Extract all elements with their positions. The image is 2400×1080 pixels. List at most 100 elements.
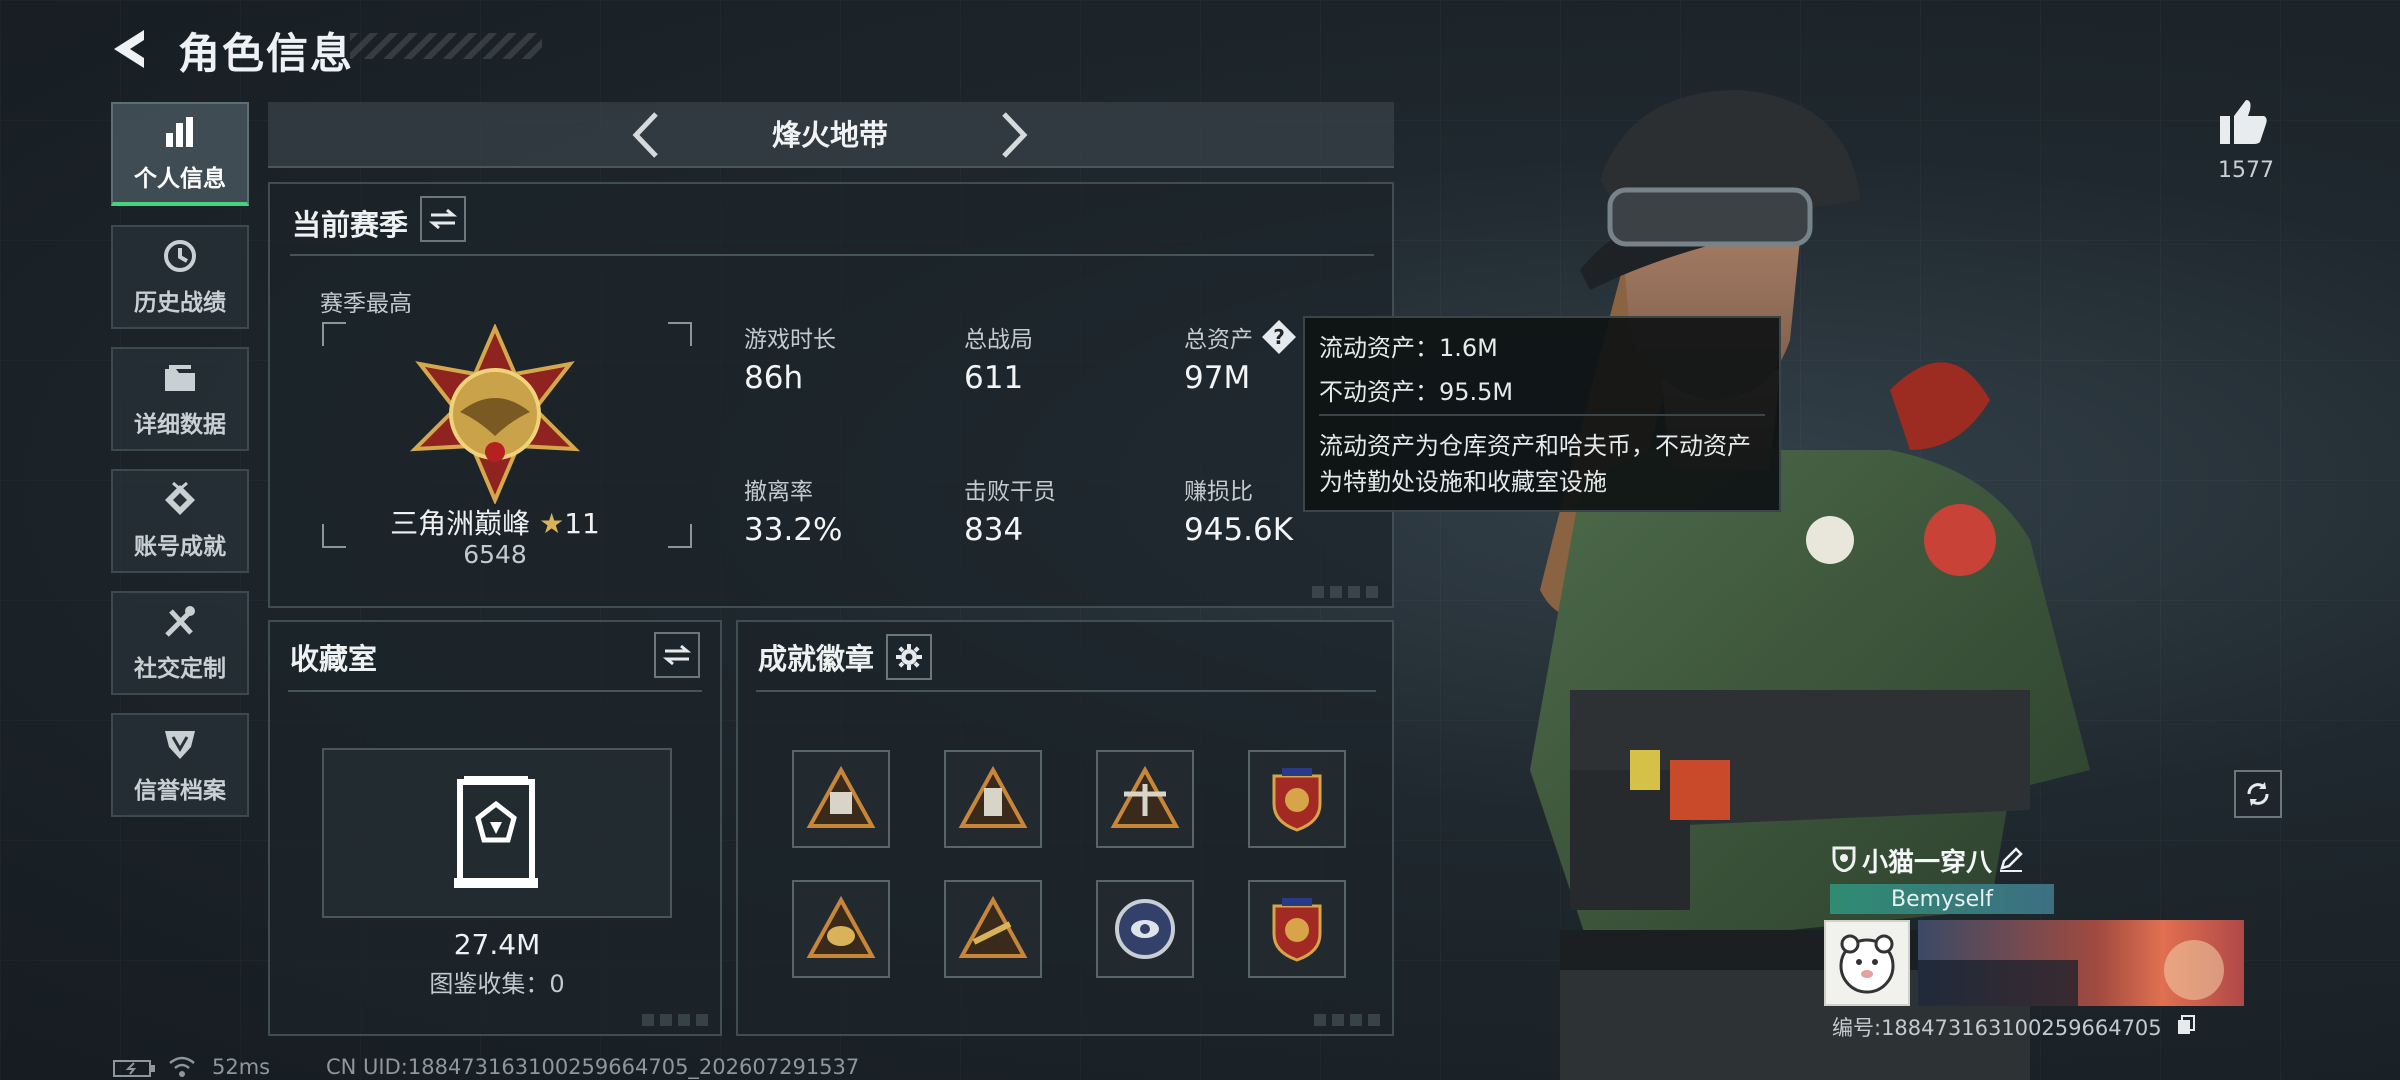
sidebar-item-label: 详细数据 [134, 412, 226, 438]
folder-icon [165, 365, 195, 391]
ping-value: 52ms [212, 1055, 271, 1079]
achievements-panel: 成就徽章 [736, 620, 1394, 1036]
copy-icon[interactable] [2176, 1014, 2196, 1036]
banner-cityscape [1918, 960, 2078, 1006]
tooltip-description-2: 为特勤处设施和收藏室设施 [1319, 468, 1607, 496]
edit-pencil-icon[interactable] [1998, 846, 2024, 872]
sidebar-item-label: 个人信息 [134, 166, 226, 192]
assets-tooltip: 流动资产：1.6M 不动资产：95.5M 流动资产为仓库资产和哈夫币，不动资产 … [1303, 316, 1781, 512]
achievement-medal-icon [165, 481, 195, 515]
achievement-badge[interactable] [792, 880, 890, 978]
sidebar-item-reputation[interactable]: 信誉档案 [111, 713, 249, 817]
tooltip-description-1: 流动资产为仓库资产和哈夫币，不动资产 [1319, 432, 1751, 460]
collection-switch-button[interactable] [654, 632, 700, 678]
season-switch-button[interactable] [420, 196, 466, 242]
sidebar-item-history[interactable]: 历史战绩 [111, 225, 249, 329]
svg-text:?: ? [1273, 325, 1285, 349]
rank-emblem-icon [409, 324, 581, 504]
achievement-badge[interactable] [944, 750, 1042, 848]
server-uid: CN UID:188473163100259664705_20260729153… [326, 1055, 860, 1079]
rank-line: 三角洲巅峰 ★11 [330, 502, 660, 542]
sidebar-item-label: 历史战绩 [134, 290, 226, 316]
gear-icon [896, 644, 922, 670]
stat-value: 945.6K [1184, 512, 1294, 548]
collection-panel: 收藏室 27.4M 图鉴收集：0 [268, 620, 722, 1036]
frame-corner [322, 322, 346, 346]
player-id: 编号:188473163100259664705 [1832, 1016, 2162, 1040]
rank-score: 6548 [463, 540, 527, 569]
collection-catalog: 图鉴收集：0 [429, 970, 565, 998]
stat-value: 834 [964, 512, 1024, 548]
sidebar-item-personal-info[interactable]: 个人信息 [111, 102, 249, 206]
sidebar-item-achievements[interactable]: 账号成就 [111, 469, 249, 573]
frame-corner [668, 524, 692, 548]
shield-emblem-icon [165, 731, 195, 759]
profile-card: 小猫一穿八 Bemyself 编号:188473163100259664705 [1824, 836, 2248, 1040]
panel-decoration [1314, 1014, 1384, 1026]
refresh-icon [2247, 782, 2269, 806]
achievement-badge[interactable] [1096, 750, 1194, 848]
rotate-model-button[interactable] [2234, 770, 2282, 818]
shield-badge-icon [1272, 898, 1322, 962]
tooltip-divider [1319, 414, 1765, 416]
triangle-badge-icon [806, 895, 876, 958]
triangle-badge-icon [958, 895, 1028, 958]
player-name: 小猫一穿八 [1862, 848, 1993, 878]
star-icon: ★ [539, 507, 565, 540]
back-arrow-icon[interactable] [108, 26, 154, 72]
swap-icon [429, 208, 457, 230]
name-card-banner[interactable] [1918, 920, 2244, 1006]
next-mode-arrow-icon[interactable] [998, 110, 1032, 160]
shield-icon [1832, 846, 1856, 872]
season-panel: 当前赛季 赛季最高 三角洲巅峰 ★11 6548 游戏时长 86h 总战局 61… [268, 182, 1394, 608]
like-count: 1577 [2218, 158, 2274, 183]
stat-label: 总资产 [1184, 327, 1253, 353]
stat-value: 33.2% [744, 512, 843, 548]
tools-icon [165, 606, 195, 637]
achievement-badge[interactable] [792, 750, 890, 848]
rank-name: 三角洲巅峰 [390, 507, 531, 540]
sidebar-item-label: 账号成就 [134, 534, 226, 560]
tooltip-liquid-assets: 流动资产：1.6M [1319, 334, 1498, 362]
tooltip-fixed-assets: 不动资产：95.5M [1319, 378, 1514, 406]
achievements-settings-button[interactable] [886, 634, 932, 680]
panel-decoration [1312, 586, 1382, 598]
achievement-badge[interactable] [944, 880, 1042, 978]
collection-vault-icon [454, 776, 538, 888]
player-tag: Bemyself [1830, 884, 2054, 914]
collection-title: 收藏室 [290, 642, 378, 676]
sidebar-item-social[interactable]: 社交定制 [111, 591, 249, 695]
achievement-badge[interactable] [1248, 880, 1346, 978]
swap-icon [663, 644, 691, 666]
mode-name: 烽火地带 [771, 118, 888, 152]
collection-value: 27.4M [453, 928, 541, 961]
stat-label: 击败干员 [964, 479, 1056, 505]
season-best-label: 赛季最高 [320, 291, 412, 317]
collection-preview[interactable] [322, 748, 672, 918]
stat-value: 97M [1184, 360, 1251, 396]
round-badge-icon [1115, 899, 1175, 959]
rank-stars: 11 [564, 507, 600, 540]
season-divider [290, 254, 1374, 256]
stat-label: 撤离率 [744, 479, 813, 505]
help-icon[interactable]: ? [1260, 318, 1298, 356]
achievement-badge[interactable] [1248, 750, 1346, 848]
history-clock-icon [164, 240, 196, 272]
sidebar-item-label: 社交定制 [134, 656, 226, 682]
battery-icon [113, 1060, 155, 1077]
avatar[interactable] [1824, 920, 1910, 1006]
bar-chart-icon [166, 117, 193, 147]
stat-label: 游戏时长 [744, 327, 836, 353]
title-decoration [350, 33, 542, 59]
page-title: 角色信息 [178, 29, 355, 78]
shield-badge-icon [1272, 768, 1322, 832]
thumbs-up-icon[interactable] [2218, 96, 2270, 146]
triangle-badge-icon [958, 765, 1028, 828]
prev-mode-arrow-icon[interactable] [628, 110, 662, 160]
achievement-badge[interactable] [1096, 880, 1194, 978]
season-title: 当前赛季 [292, 208, 409, 242]
stat-value: 611 [964, 360, 1024, 396]
triangle-badge-icon [806, 765, 876, 828]
triangle-badge-icon [1110, 765, 1180, 828]
sidebar-item-detailed-data[interactable]: 详细数据 [111, 347, 249, 451]
